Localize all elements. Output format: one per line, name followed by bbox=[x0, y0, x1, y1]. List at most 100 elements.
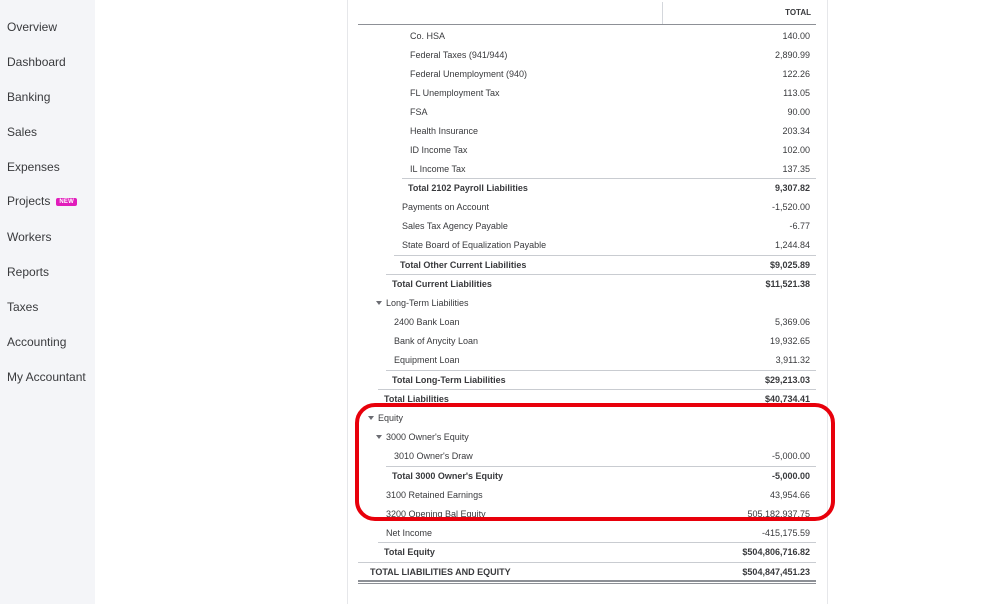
row-label: Total 2102 Payroll Liabilities bbox=[408, 183, 528, 193]
section-header-row[interactable]: Equity bbox=[358, 408, 816, 427]
subtotal-row[interactable]: Total Liabilities $40,734.41 bbox=[358, 389, 816, 408]
row-label: Payments on Account bbox=[402, 202, 490, 212]
report-row[interactable]: FSA 90.00 bbox=[358, 102, 816, 121]
row-amount[interactable]: 203.34 bbox=[782, 126, 810, 136]
report-row[interactable]: Payments on Account -1,520.00 bbox=[358, 197, 816, 216]
row-amount[interactable]: 505,182,937.75 bbox=[747, 509, 810, 519]
section-header-row[interactable]: Long-Term Liabilities bbox=[358, 293, 816, 312]
row-label: Total Liabilities bbox=[384, 394, 449, 404]
nav-taxes[interactable]: Taxes bbox=[7, 300, 38, 314]
report-row[interactable]: 2400 Bank Loan 5,369.06 bbox=[358, 312, 816, 331]
nav-label: Overview bbox=[7, 20, 58, 34]
row-label: Health Insurance bbox=[410, 126, 479, 136]
row-label: 3000 Owner's Equity bbox=[386, 432, 469, 442]
row-label: Equity bbox=[378, 413, 404, 423]
row-amount[interactable]: 90.00 bbox=[787, 107, 810, 117]
row-amount[interactable]: 9,307.82 bbox=[775, 183, 810, 193]
row-amount[interactable]: $9,025.89 bbox=[770, 260, 810, 270]
nav-accounting[interactable]: Accounting bbox=[7, 335, 66, 349]
collapse-caret-icon[interactable] bbox=[368, 416, 374, 420]
nav-sales[interactable]: Sales bbox=[7, 125, 37, 139]
report-row[interactable]: FL Unemployment Tax 113.05 bbox=[358, 83, 816, 102]
row-amount[interactable]: $40,734.41 bbox=[765, 394, 810, 404]
subtotal-row[interactable]: Total Current Liabilities $11,521.38 bbox=[358, 274, 816, 293]
collapse-caret-icon[interactable] bbox=[376, 435, 382, 439]
report-row[interactable]: Co. HSA 140.00 bbox=[358, 26, 816, 45]
row-amount[interactable]: 122.26 bbox=[782, 69, 810, 79]
nav-label: Projects bbox=[7, 194, 51, 208]
nav-overview[interactable]: Overview bbox=[7, 20, 57, 34]
row-amount[interactable]: 3,911.32 bbox=[776, 355, 810, 365]
row-amount[interactable]: 137.35 bbox=[782, 164, 810, 174]
row-label: Total Other Current Liabilities bbox=[400, 260, 527, 270]
subtotal-row[interactable]: Total 2102 Payroll Liabilities 9,307.82 bbox=[358, 178, 816, 197]
subtotal-row[interactable]: Total 3000 Owner's Equity -5,000.00 bbox=[358, 466, 816, 485]
row-amount[interactable]: -415,175.59 bbox=[762, 528, 810, 538]
report-row[interactable]: Equipment Loan 3,911.32 bbox=[358, 350, 816, 369]
report-row[interactable]: Net Income -415,175.59 bbox=[358, 523, 816, 542]
row-amount[interactable]: 43,954.66 bbox=[770, 490, 810, 500]
subtotal-rule bbox=[394, 255, 816, 256]
report-row[interactable]: Bank of Anycity Loan 19,932.65 bbox=[358, 331, 816, 350]
report-row[interactable]: 3100 Retained Earnings 43,954.66 bbox=[358, 485, 816, 504]
nav-my-accountant[interactable]: My Accountant bbox=[7, 370, 86, 384]
section-header-row[interactable]: 3000 Owner's Equity bbox=[358, 427, 816, 446]
collapse-caret-icon[interactable] bbox=[376, 301, 382, 305]
report-row[interactable]: Sales Tax Agency Payable -6.77 bbox=[358, 216, 816, 235]
row-amount[interactable]: -5,000.00 bbox=[772, 451, 810, 461]
subtotal-row[interactable]: Total Equity $504,806,716.82 bbox=[358, 542, 816, 561]
section-label-wrap: 3000 Owner's Equity bbox=[376, 432, 469, 442]
row-label: 3010 Owner's Draw bbox=[394, 451, 473, 461]
subtotal-row[interactable]: Total Other Current Liabilities $9,025.89 bbox=[358, 255, 816, 274]
nav-label: Expenses bbox=[7, 160, 60, 174]
nav-workers[interactable]: Workers bbox=[7, 230, 51, 244]
row-amount[interactable]: -5,000.00 bbox=[772, 471, 810, 481]
report-row[interactable]: 3010 Owner's Draw -5,000.00 bbox=[358, 446, 816, 465]
row-label: FSA bbox=[410, 107, 428, 117]
row-amount[interactable]: $11,521.38 bbox=[765, 279, 810, 289]
section-label-wrap: Equity bbox=[368, 413, 403, 423]
row-amount[interactable]: 140.00 bbox=[782, 31, 810, 41]
report-row[interactable]: State Board of Equalization Payable 1,244… bbox=[358, 235, 816, 254]
report-row[interactable]: Federal Taxes (941/944) 2,890.99 bbox=[358, 45, 816, 64]
total-column-header: TOTAL bbox=[785, 8, 811, 17]
report-row[interactable]: IL Income Tax 137.35 bbox=[358, 159, 816, 178]
row-label: Total Long-Term Liabilities bbox=[392, 375, 506, 385]
report-row[interactable]: Federal Unemployment (940) 122.26 bbox=[358, 64, 816, 83]
nav-reports[interactable]: Reports bbox=[7, 265, 49, 279]
nav-expenses[interactable]: Expenses bbox=[7, 160, 60, 174]
row-amount[interactable]: 113.05 bbox=[783, 88, 810, 98]
subtotal-rule bbox=[386, 466, 816, 467]
row-amount[interactable]: -1,520.00 bbox=[772, 202, 810, 212]
nav-label: Banking bbox=[7, 90, 51, 104]
report-row[interactable]: ID Income Tax 102.00 bbox=[358, 140, 816, 159]
row-label: Long-Term Liabilities bbox=[386, 298, 469, 308]
row-label: ID Income Tax bbox=[410, 145, 468, 155]
row-label: Bank of Anycity Loan bbox=[394, 336, 479, 346]
row-amount[interactable]: 5,369.06 bbox=[775, 317, 810, 327]
row-amount[interactable]: -6.77 bbox=[789, 221, 810, 231]
row-amount[interactable]: 102.00 bbox=[782, 145, 810, 155]
nav-dashboard[interactable]: Dashboard bbox=[7, 55, 66, 69]
grand-total-row[interactable]: TOTAL LIABILITIES AND EQUITY $504,847,451… bbox=[358, 562, 816, 581]
row-label: 3200 Opening Bal Equity bbox=[386, 509, 486, 519]
subtotal-rule bbox=[402, 178, 816, 179]
report-row[interactable]: Health Insurance 203.34 bbox=[358, 121, 816, 140]
row-label: Net Income bbox=[386, 528, 433, 538]
row-label: State Board of Equalization Payable bbox=[402, 240, 547, 250]
nav-banking[interactable]: Banking bbox=[7, 90, 50, 104]
report-column-header: TOTAL bbox=[358, 0, 816, 25]
row-label: Total 3000 Owner's Equity bbox=[392, 471, 504, 481]
row-amount[interactable]: 1,244.84 bbox=[775, 240, 810, 250]
subtotal-rule bbox=[378, 389, 816, 390]
row-amount[interactable]: 19,932.65 bbox=[770, 336, 810, 346]
report-row[interactable]: 3200 Opening Bal Equity 505,182,937.75 bbox=[358, 504, 816, 523]
subtotal-row[interactable]: Total Long-Term Liabilities $29,213.03 bbox=[358, 370, 816, 389]
subtotal-rule bbox=[358, 562, 816, 563]
row-amount[interactable]: 2,890.99 bbox=[775, 50, 810, 60]
row-amount[interactable]: $504,847,451.23 bbox=[742, 567, 810, 577]
nav-projects[interactable]: Projects NEW bbox=[7, 194, 77, 208]
row-amount[interactable]: $29,213.03 bbox=[765, 375, 810, 385]
row-amount[interactable]: $504,806,716.82 bbox=[742, 547, 810, 557]
nav-label: Accounting bbox=[7, 335, 67, 349]
